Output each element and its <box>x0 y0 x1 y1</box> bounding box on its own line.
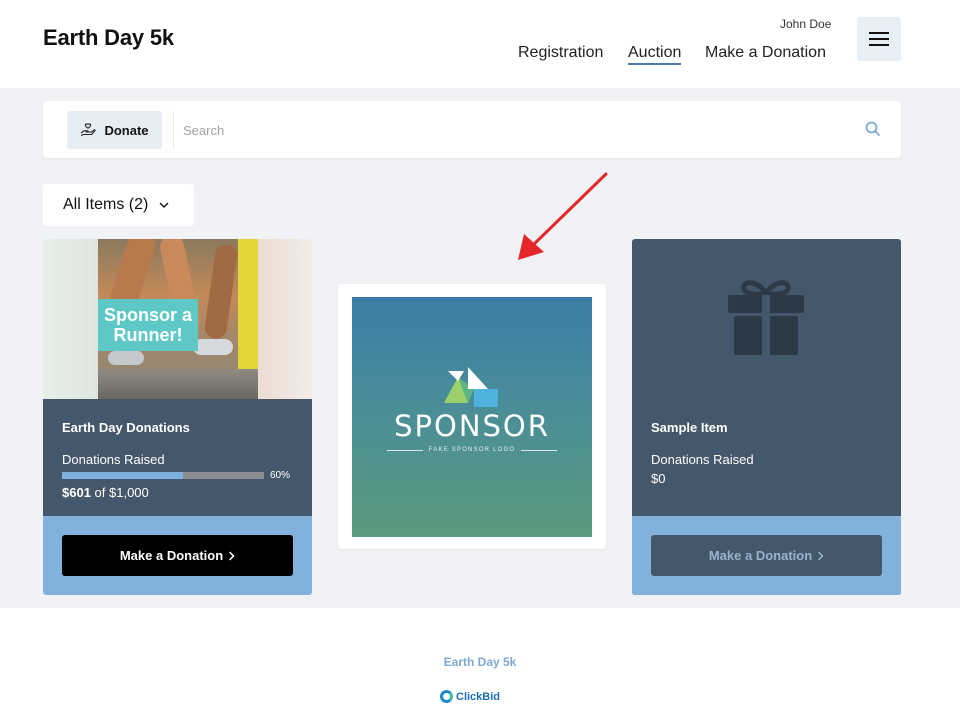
site-title[interactable]: Earth Day 5k <box>43 25 174 51</box>
site-header: Earth Day 5k John Doe Registration Aucti… <box>0 0 960 88</box>
chevron-right-icon <box>818 550 824 561</box>
gift-icon <box>728 280 804 355</box>
item-title[interactable]: Sample Item <box>651 420 728 435</box>
raised-goal: of $1,000 <box>94 485 149 500</box>
sponsor-wordmark: SPONSOR <box>394 409 550 443</box>
item-card-earth-day-donations[interactable]: Sponsor a Runner! Earth Day Donations Do… <box>43 239 312 595</box>
item-info: Earth Day Donations Donations Raised 60%… <box>43 399 312 516</box>
menu-button[interactable] <box>857 17 901 61</box>
make-donation-button[interactable]: Make a Donation <box>62 535 293 576</box>
item-card-sample-item[interactable]: Sample Item Donations Raised $0 Make a D… <box>632 239 901 595</box>
clickbid-logo[interactable]: ClickBid <box>440 690 500 703</box>
chevron-down-icon <box>159 202 169 208</box>
progress-fill <box>62 472 184 479</box>
progress-bar <box>62 472 264 479</box>
user-name[interactable]: John Doe <box>780 17 831 31</box>
item-info: Sample Item Donations Raised $0 <box>632 399 901 516</box>
donations-raised-label: Donations Raised <box>651 452 754 467</box>
donate-button-label: Donate <box>104 122 149 138</box>
clickbid-ring-icon <box>440 690 453 703</box>
raised-value: $601 <box>62 485 91 500</box>
item-title[interactable]: Earth Day Donations <box>62 420 190 435</box>
search-input[interactable] <box>183 115 843 145</box>
search-divider <box>173 111 174 149</box>
nav-make-donation[interactable]: Make a Donation <box>705 44 826 62</box>
sponsor-runner-banner: Sponsor a Runner! <box>98 299 198 351</box>
sponsor-tagline: FAKE SPONSOR LOGO <box>387 447 558 453</box>
clickbid-brand-name: ClickBid <box>456 690 501 703</box>
nav-registration[interactable]: Registration <box>518 44 603 62</box>
filter-dropdown[interactable]: All Items (2) <box>43 184 194 226</box>
search-icon[interactable] <box>864 120 882 138</box>
item-image[interactable] <box>632 239 901 399</box>
make-donation-button[interactable]: Make a Donation <box>651 535 882 576</box>
donate-button[interactable]: Donate <box>67 111 162 149</box>
item-footer: Make a Donation <box>43 516 312 595</box>
nav-auction[interactable]: Auction <box>628 44 682 65</box>
sponsor-card[interactable]: SPONSOR FAKE SPONSOR LOGO <box>338 284 606 549</box>
annotation-arrow-icon <box>518 172 608 260</box>
hand-heart-icon <box>81 123 97 137</box>
hamburger-icon <box>869 32 889 34</box>
raised-amount: $0 <box>651 471 666 486</box>
runners-photo: Sponsor a Runner! <box>98 239 258 399</box>
raised-amount: $601 of $1,000 <box>62 485 149 500</box>
sponsor-logo-image: SPONSOR FAKE SPONSOR LOGO <box>352 297 592 537</box>
sponsor-logo-icon <box>444 367 498 407</box>
chevron-right-icon <box>229 550 235 561</box>
search-bar: Donate <box>43 101 901 158</box>
filter-label: All Items (2) <box>63 196 149 213</box>
donations-raised-label: Donations Raised <box>62 452 165 467</box>
main-content: Donate All Items (2) Spons <box>0 88 960 608</box>
item-footer: Make a Donation <box>632 516 901 595</box>
make-donation-label: Make a Donation <box>708 548 813 563</box>
item-image[interactable]: Sponsor a Runner! <box>43 239 312 399</box>
progress-percent: 60% <box>270 470 291 481</box>
make-donation-label: Make a Donation <box>119 548 224 563</box>
footer-event-name[interactable]: Earth Day 5k <box>0 655 960 669</box>
